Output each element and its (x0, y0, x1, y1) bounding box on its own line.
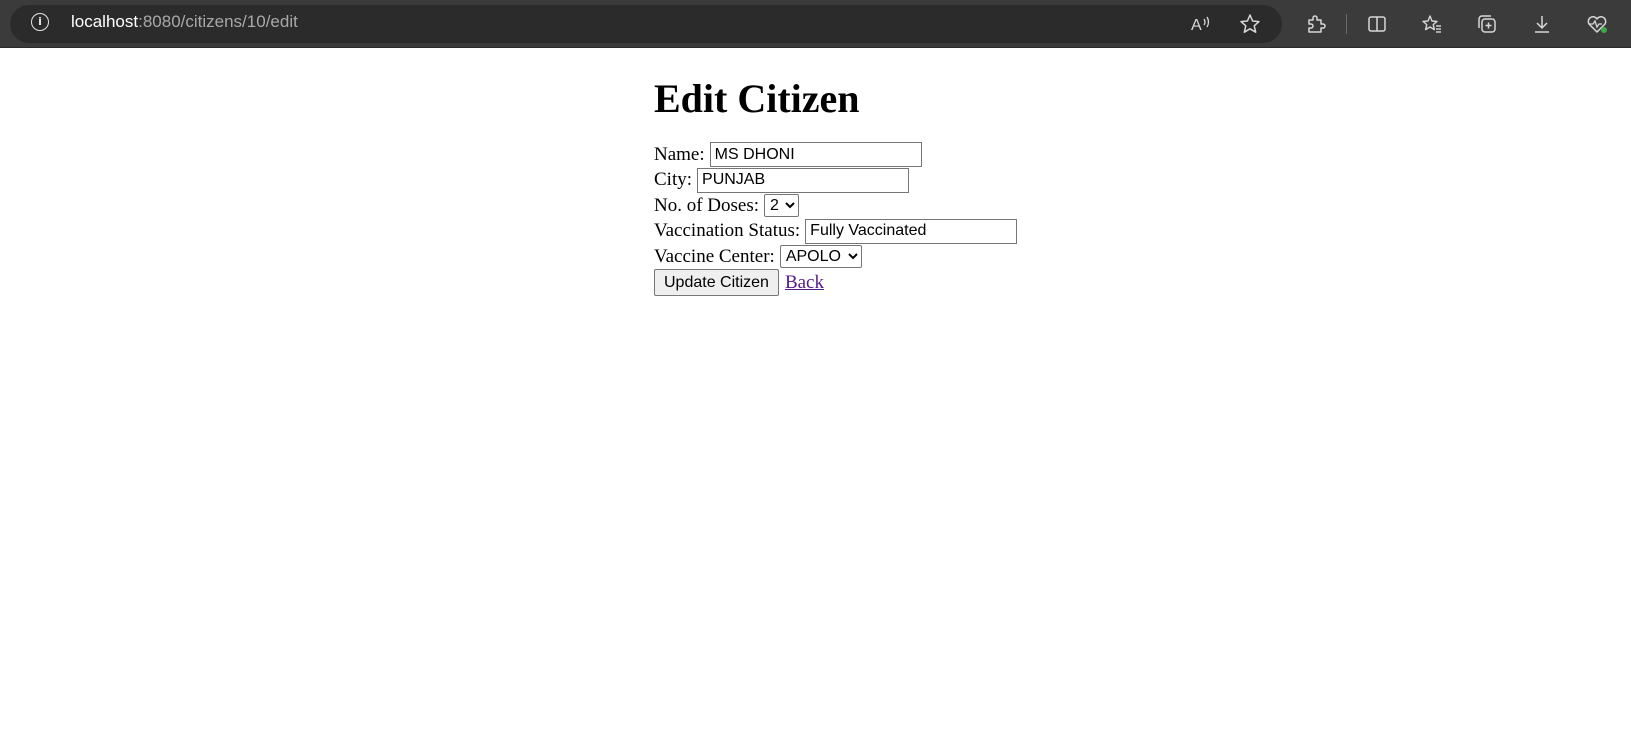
info-icon[interactable]: i (31, 13, 49, 31)
browser-toolbar: i localhost:8080/citizens/10/edit A (0, 0, 1631, 48)
back-link[interactable]: Back (785, 272, 824, 294)
vaccine-center-select[interactable]: APOLO (779, 245, 862, 269)
vaccination-status-label: Vaccination Status: (654, 220, 801, 242)
url-host: localhost (71, 12, 139, 31)
doses-select[interactable]: 2 (764, 194, 800, 218)
city-row: City: (654, 167, 1017, 194)
edit-citizen-form: Name: City: No. of Doses: 2 Vaccination … (654, 142, 1018, 296)
vaccine-center-label: Vaccine Center: (654, 245, 775, 267)
favorites-icon[interactable] (1419, 11, 1445, 37)
actions-row: Update Citizen Back (654, 269, 1017, 296)
url-text[interactable]: localhost:8080/citizens/10/edit (71, 12, 298, 32)
downloads-icon[interactable] (1529, 11, 1555, 37)
extensions-icon[interactable] (1303, 11, 1329, 37)
status-row: Vaccination Status: (654, 218, 1018, 245)
url-path: :8080/citizens/10/edit (138, 12, 298, 31)
collections-icon[interactable] (1474, 11, 1500, 37)
toolbar-separator (1346, 14, 1347, 34)
read-aloud-icon[interactable]: A (1188, 11, 1214, 37)
name-input[interactable] (709, 142, 922, 168)
doses-label: No. of Doses: (654, 194, 760, 216)
city-label: City: (654, 169, 693, 191)
name-row: Name: (654, 142, 1017, 168)
main-content: Edit Citizen Name: City: No. of Doses: 2… (654, 48, 1018, 296)
page-title: Edit Citizen (654, 76, 860, 121)
center-row: Vaccine Center: APOLO (654, 244, 1017, 270)
browser-essentials-icon[interactable] (1584, 11, 1610, 37)
city-input[interactable] (697, 167, 910, 193)
update-citizen-button[interactable]: Update Citizen (654, 269, 779, 296)
doses-row: No. of Doses: 2 (654, 193, 1017, 219)
split-screen-icon[interactable] (1364, 11, 1390, 37)
favorite-star-icon[interactable] (1237, 11, 1263, 37)
svg-text:A: A (1191, 17, 1202, 34)
vaccination-status-input[interactable] (805, 218, 1018, 244)
name-label: Name: (654, 143, 705, 165)
